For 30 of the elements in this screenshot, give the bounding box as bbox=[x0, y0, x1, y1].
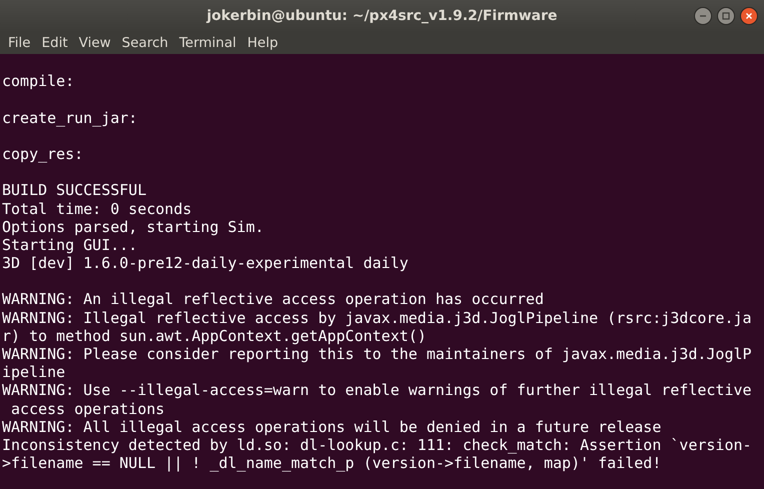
terminal-line: Total time: 0 seconds bbox=[2, 200, 193, 218]
menu-item[interactable]: Search bbox=[116, 35, 174, 51]
terminal-line: Options parsed, starting Sim. bbox=[2, 218, 265, 236]
menu-item[interactable]: File bbox=[3, 35, 37, 51]
menu-item[interactable]: Edit bbox=[36, 35, 74, 51]
minimize-button[interactable] bbox=[694, 7, 712, 25]
terminal-line: WARNING: Illegal reflective access by javax.media.j3d.JoglPipeline (rsrc:j3dcore.ja bbox=[2, 308, 753, 327]
terminal-line: ipeline bbox=[2, 363, 66, 382]
terminal-line: Starting GUI... bbox=[2, 236, 138, 254]
menu-item[interactable]: View bbox=[74, 35, 117, 51]
maximize-icon bbox=[722, 12, 730, 20]
terminal-line: WARNING: All illegal access operations will be denied in a future release bbox=[2, 418, 662, 436]
terminal-line: BUILD SUCCESSFUL bbox=[2, 181, 148, 200]
terminal-line: Inconsistency detected by ld.so: dl-lookup.c: 111: check_match: Assertion `version- bbox=[2, 436, 753, 454]
terminal-line: copy_res: bbox=[2, 144, 84, 164]
menu-item[interactable]: Terminal bbox=[174, 35, 242, 51]
close-button[interactable] bbox=[740, 7, 758, 25]
window-title: jokerbin@ubuntu: ~/px4src_v1.9.2/Firmware bbox=[206, 8, 558, 24]
terminal-line: WARNING: An illegal reflective access operation has occurred bbox=[2, 290, 545, 309]
terminal-line: 3D [dev] 1.6.0-pre12-daily-experimental daily bbox=[2, 254, 410, 272]
terminal-line: compile: bbox=[2, 72, 76, 90]
menu-item[interactable]: Help bbox=[242, 35, 284, 51]
terminal-line: create_run_jar: bbox=[2, 108, 138, 127]
terminal-line: WARNING: Please consider reporting this to the maintainers of javax.media.j3d.JoglP bbox=[2, 345, 753, 364]
terminal-line: access operations bbox=[10, 400, 166, 418]
terminal-line: WARNING: Use --illegal-access=warn to enable warnings of further illegal reflective bbox=[2, 381, 753, 400]
maximize-button[interactable] bbox=[717, 7, 735, 25]
terminal-line: >filename == NULL || ! _dl_name_match_p (version->filename, map)' failed! bbox=[2, 454, 662, 472]
close-icon bbox=[745, 12, 753, 20]
terminal-line: r) to method sun.awt.AppContext.getAppContext() bbox=[2, 326, 428, 345]
